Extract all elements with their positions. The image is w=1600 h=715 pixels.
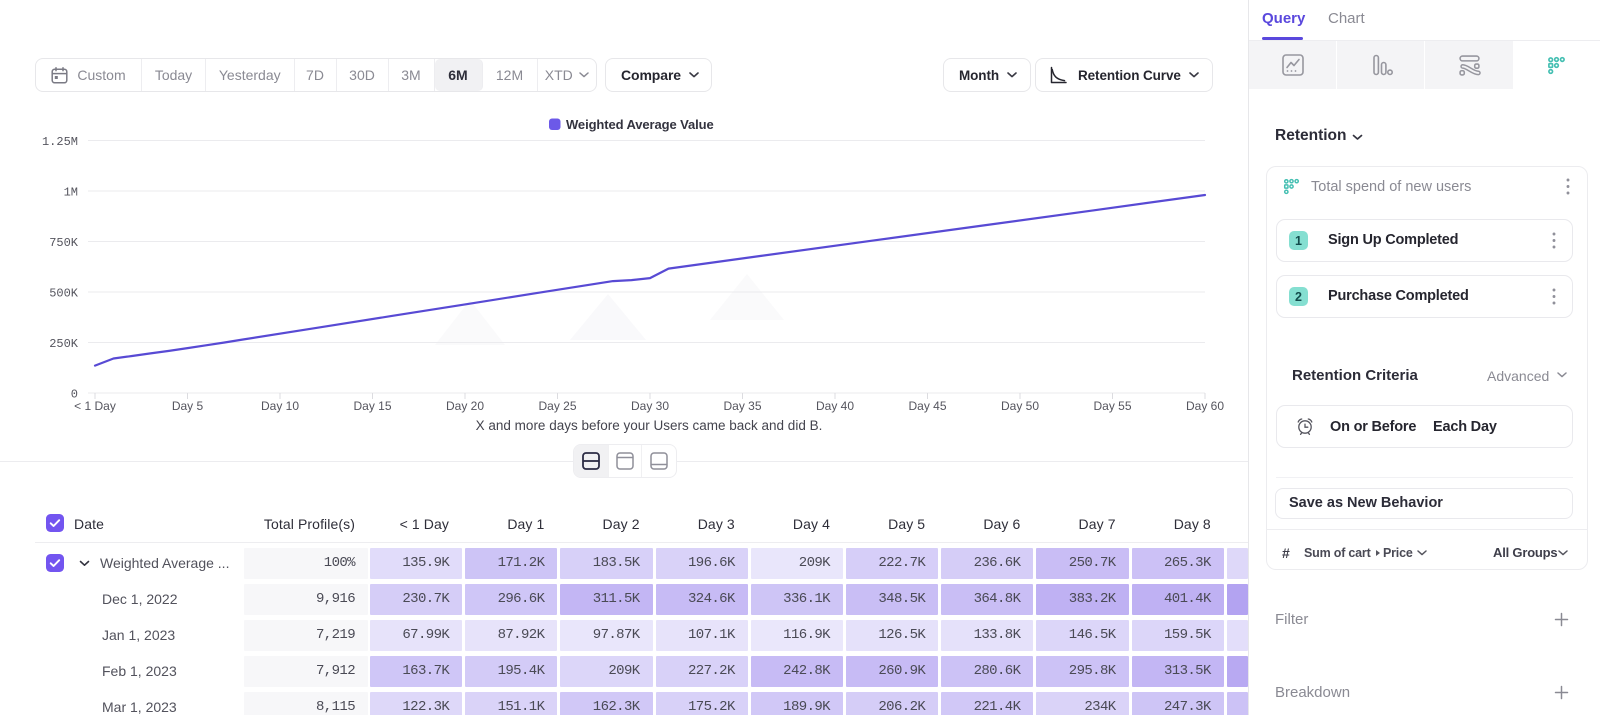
svg-text:500K: 500K xyxy=(49,287,79,301)
svg-text:Day 25: Day 25 xyxy=(538,399,576,413)
svg-text:Day 60: Day 60 xyxy=(1186,399,1224,413)
svg-text:Day 15: Day 15 xyxy=(353,399,391,413)
svg-text:X and more days before your Us: X and more days before your Users came b… xyxy=(476,418,823,433)
svg-text:Day 35: Day 35 xyxy=(723,399,761,413)
svg-text:Day 20: Day 20 xyxy=(446,399,484,413)
svg-text:Weighted Average Value: Weighted Average Value xyxy=(566,117,714,132)
svg-text:< 1 Day: < 1 Day xyxy=(74,399,116,413)
svg-text:Day 30: Day 30 xyxy=(631,399,669,413)
svg-text:Day 50: Day 50 xyxy=(1001,399,1039,413)
svg-text:1.25M: 1.25M xyxy=(42,135,78,149)
svg-text:Day 45: Day 45 xyxy=(908,399,946,413)
svg-text:250K: 250K xyxy=(49,337,79,351)
svg-text:750K: 750K xyxy=(49,236,79,250)
svg-text:1M: 1M xyxy=(64,186,78,200)
svg-text:Day 55: Day 55 xyxy=(1093,399,1131,413)
svg-text:Day 5: Day 5 xyxy=(172,399,204,413)
svg-text:Day 10: Day 10 xyxy=(261,399,299,413)
svg-text:Day 40: Day 40 xyxy=(816,399,854,413)
